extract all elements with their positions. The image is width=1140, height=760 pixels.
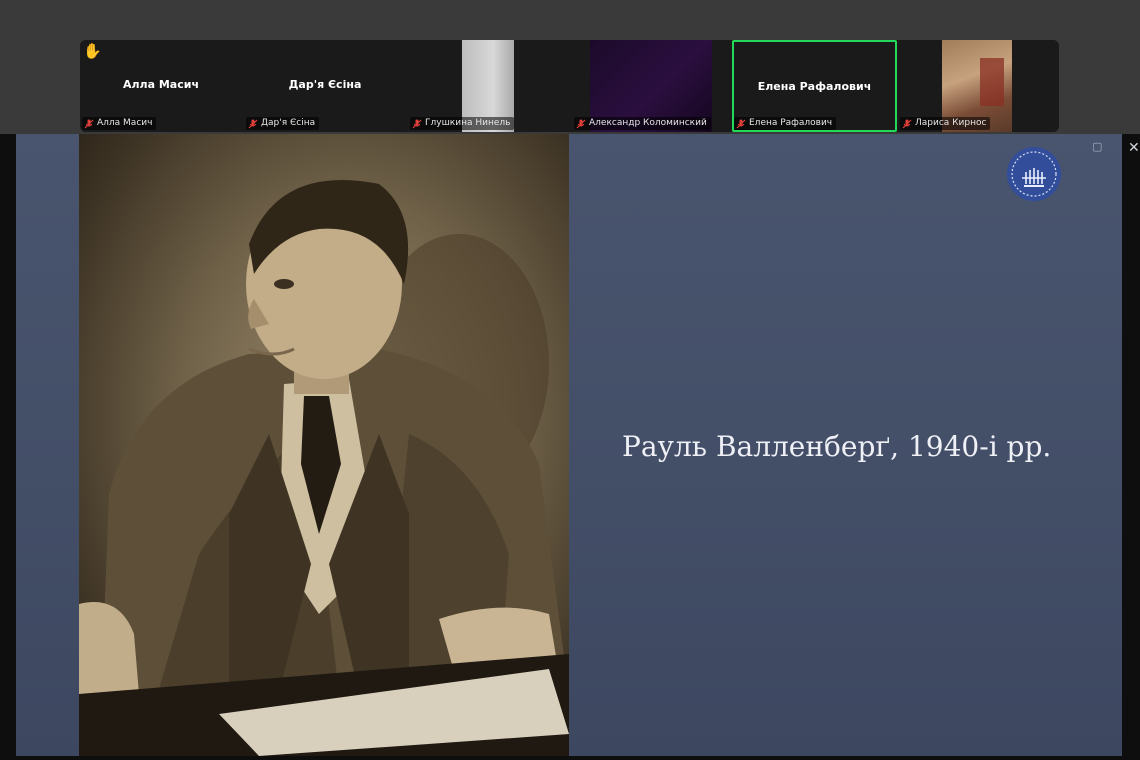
participant-name: Лариса Кирнос	[915, 118, 987, 128]
participant-name-tag: Дар'я Єсіна	[246, 117, 320, 130]
participant-tile-glushkina[interactable]: Глушкина Нинель	[408, 40, 570, 132]
historical-photo	[79, 134, 569, 756]
organization-logo-icon	[1007, 147, 1061, 201]
mic-muted-icon	[412, 119, 422, 128]
participant-tile-kirnos[interactable]: Лариса Кирнос	[898, 40, 1059, 132]
carpet-decor	[980, 58, 1004, 106]
participant-name-tag: Александр Коломинский	[574, 117, 711, 130]
mic-muted-icon	[576, 119, 586, 128]
participant-title: Елена Рафалович	[757, 80, 872, 93]
slide-caption: Рауль Валленберґ, 1940-і рр.	[622, 430, 1052, 463]
participant-tile-alla[interactable]: ✋ Алла Масич Алла Масич	[80, 40, 242, 132]
view-mode-icon[interactable]: ▢	[1092, 140, 1102, 153]
participant-name-tag: Елена Рафалович	[734, 117, 837, 130]
participant-title: Алла Масич	[122, 78, 200, 91]
participant-name: Елена Рафалович	[749, 118, 833, 128]
participant-name: Дар'я Єсіна	[261, 118, 316, 128]
mic-muted-icon	[248, 119, 258, 128]
raised-hand-icon: ✋	[83, 42, 102, 60]
participant-tile-darya[interactable]: Дар'я Єсіна Дар'я Єсіна	[244, 40, 406, 132]
participant-title: Дар'я Єсіна	[288, 78, 362, 91]
participant-name-tag: Алла Масич	[82, 117, 157, 130]
presentation-slide: Рауль Валленберґ, 1940-і рр. ▢	[16, 134, 1122, 756]
close-icon[interactable]: ✕	[1128, 140, 1140, 156]
participant-name: Алла Масич	[97, 118, 153, 128]
mic-muted-icon	[84, 119, 94, 128]
mic-muted-icon	[736, 119, 746, 128]
participant-name: Глушкина Нинель	[425, 118, 511, 128]
screen-share-area: Рауль Валленберґ, 1940-і рр. ▢	[0, 134, 1140, 760]
participant-name: Александр Коломинский	[589, 118, 707, 128]
participant-tile-kolominsky[interactable]: Александр Коломинский	[572, 40, 734, 132]
mic-muted-icon	[902, 119, 912, 128]
portrait-drawing	[79, 180, 569, 756]
participant-name-tag: Лариса Кирнос	[900, 117, 991, 130]
participant-name-tag: Глушкина Нинель	[410, 117, 515, 130]
participant-gallery-strip: ✋ Алла Масич Алла Масич Дар'я Єсіна Дар'…	[80, 40, 1059, 132]
participant-tile-rafalovich[interactable]: Елена Рафалович Елена Рафалович	[732, 40, 897, 132]
